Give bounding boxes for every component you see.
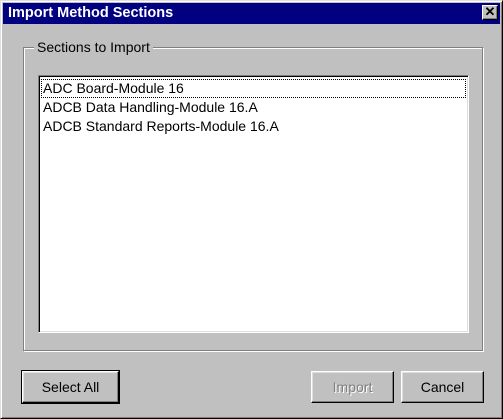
group-legend: Sections to Import xyxy=(34,38,153,56)
cancel-button[interactable]: Cancel xyxy=(401,371,484,403)
sections-listbox[interactable]: ADC Board-Module 16 ADCB Data Handling-M… xyxy=(38,75,469,333)
list-item[interactable]: ADC Board-Module 16 xyxy=(41,79,466,98)
list-item[interactable]: ADCB Standard Reports-Module 16.A xyxy=(41,117,466,136)
close-button[interactable]: ✕ xyxy=(482,5,498,20)
list-item[interactable]: ADCB Data Handling-Module 16.A xyxy=(41,98,466,117)
import-button[interactable]: Import xyxy=(311,371,394,403)
import-method-sections-dialog: Import Method Sections ✕ Sections to Imp… xyxy=(0,0,503,419)
title-bar[interactable]: Import Method Sections ✕ xyxy=(3,3,500,24)
window-title: Import Method Sections xyxy=(8,5,174,21)
close-icon: ✕ xyxy=(484,4,496,19)
select-all-button[interactable]: Select All xyxy=(21,370,120,404)
